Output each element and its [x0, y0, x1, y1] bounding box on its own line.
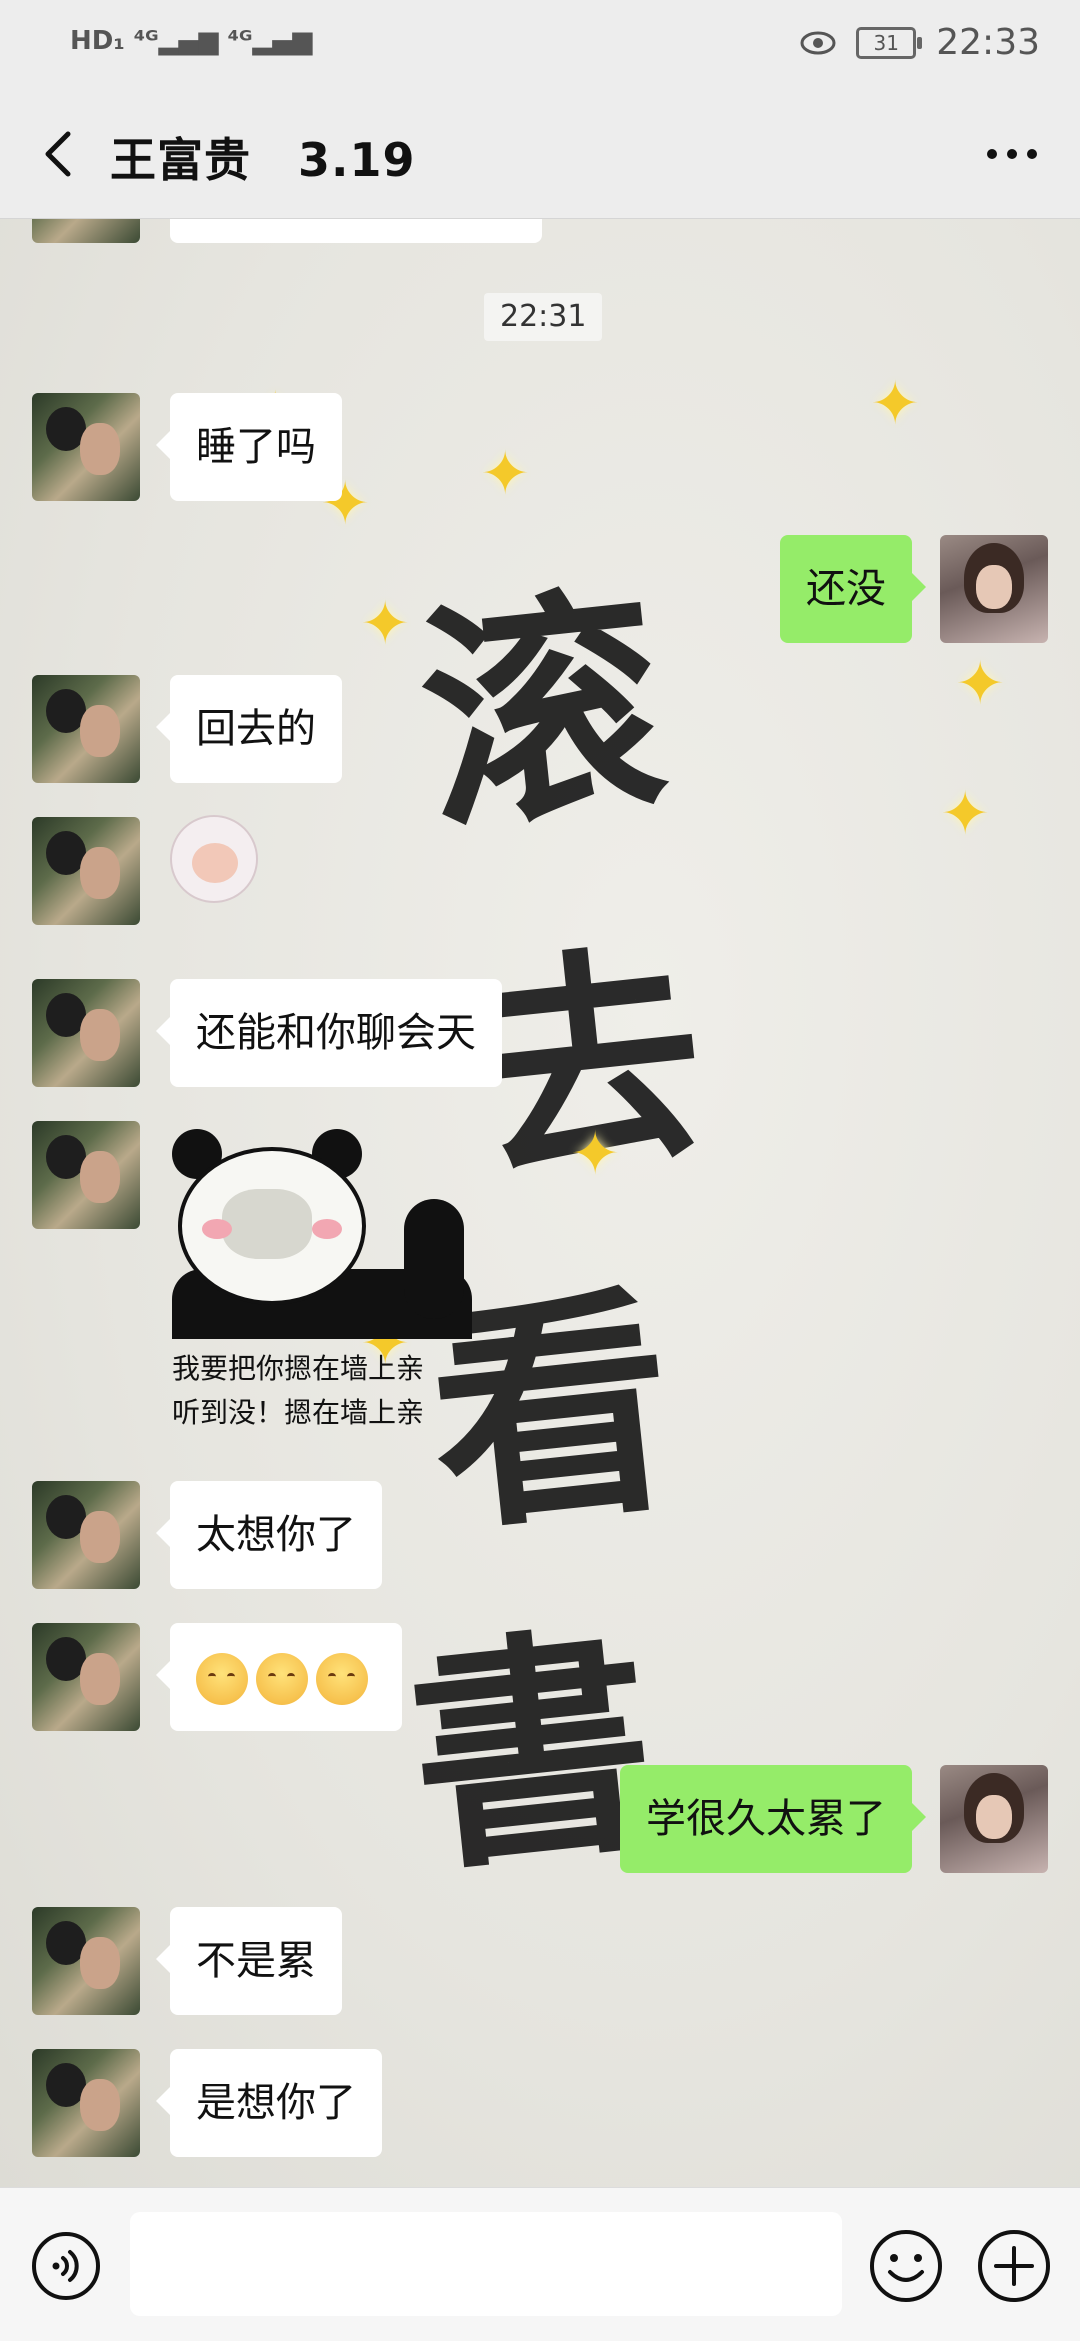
sparkle-icon: ✦ — [480, 439, 531, 509]
chat-header: 王富贵 3.19 — [0, 90, 1080, 219]
sparkle-icon: ✦ — [870, 369, 921, 439]
avatar[interactable] — [940, 535, 1048, 643]
message-bubble[interactable]: 还没 — [780, 535, 926, 643]
voice-icon[interactable] — [30, 2230, 102, 2302]
clock: 22:33 — [936, 22, 1040, 63]
sparkle-icon: ✦ — [940, 779, 991, 849]
blush-emoji-icon — [316, 1653, 368, 1705]
avatar[interactable] — [32, 675, 140, 783]
plus-icon[interactable] — [976, 2228, 1052, 2304]
avatar[interactable] — [32, 2049, 140, 2157]
message-input[interactable] — [130, 2212, 842, 2316]
message-bubble — [170, 219, 542, 243]
sticker-caption: 我要把你摁在墙上亲 听到没！摁在墙上亲 — [172, 1352, 425, 1429]
avatar[interactable] — [940, 1765, 1048, 1873]
blush-emoji-icon — [256, 1653, 308, 1705]
emoji-message-bubble[interactable] — [156, 1623, 402, 1731]
message-bubble[interactable]: 还能和你聊会天 — [156, 979, 502, 1087]
avatar[interactable] — [32, 1121, 140, 1229]
eye-icon — [800, 31, 836, 54]
chat-area[interactable]: 滚 去 看 書 ✦ ✦ ✦ ✦ ✦ ✦ ✦ ✦ ✦ 22:31 睡了吗 还没 回… — [0, 219, 1080, 2187]
message-bubble[interactable]: 是想你了 — [156, 2049, 382, 2157]
wallpaper-char-1: 滚 — [407, 559, 677, 865]
signal-indicators: HD₁ ⁴ᴳ▂▄▆ ⁴ᴳ▂▄▆ — [70, 26, 313, 56]
status-bar: HD₁ ⁴ᴳ▂▄▆ ⁴ᴳ▂▄▆ 31 22:33 — [0, 0, 1080, 90]
avatar[interactable] — [32, 1623, 140, 1731]
more-dots-icon[interactable] — [980, 124, 1044, 184]
avatar[interactable] — [32, 1907, 140, 2015]
avatar[interactable] — [32, 979, 140, 1087]
message-bubble[interactable]: 学很久太累了 — [620, 1765, 926, 1873]
status-right: 31 22:33 — [800, 22, 1040, 63]
message-bubble[interactable]: 回去的 — [156, 675, 342, 783]
avatar[interactable] — [32, 219, 140, 243]
panda-meme-sticker[interactable]: 我要把你摁在墙上亲 听到没！摁在墙上亲 — [172, 1129, 492, 1429]
chat-title: 王富贵 3.19 — [110, 133, 416, 187]
timestamp-chip: 22:31 — [484, 293, 603, 341]
cat-facepalm-sticker[interactable] — [170, 815, 258, 903]
smiley-icon[interactable] — [868, 2228, 944, 2304]
blush-emoji-icon — [196, 1653, 248, 1705]
sparkle-icon: ✦ — [570, 1119, 621, 1189]
avatar[interactable] — [32, 817, 140, 925]
message-bubble[interactable]: 睡了吗 — [156, 393, 342, 501]
input-bar — [0, 2187, 1080, 2341]
sparkle-icon: ✦ — [360, 589, 411, 659]
avatar[interactable] — [32, 393, 140, 501]
chevron-left-icon[interactable] — [38, 130, 82, 178]
message-bubble[interactable]: 太想你了 — [156, 1481, 382, 1589]
sparkle-icon: ✦ — [955, 649, 1006, 719]
battery-indicator: 31 — [856, 26, 923, 59]
avatar[interactable] — [32, 1481, 140, 1589]
message-bubble[interactable]: 不是累 — [156, 1907, 342, 2015]
